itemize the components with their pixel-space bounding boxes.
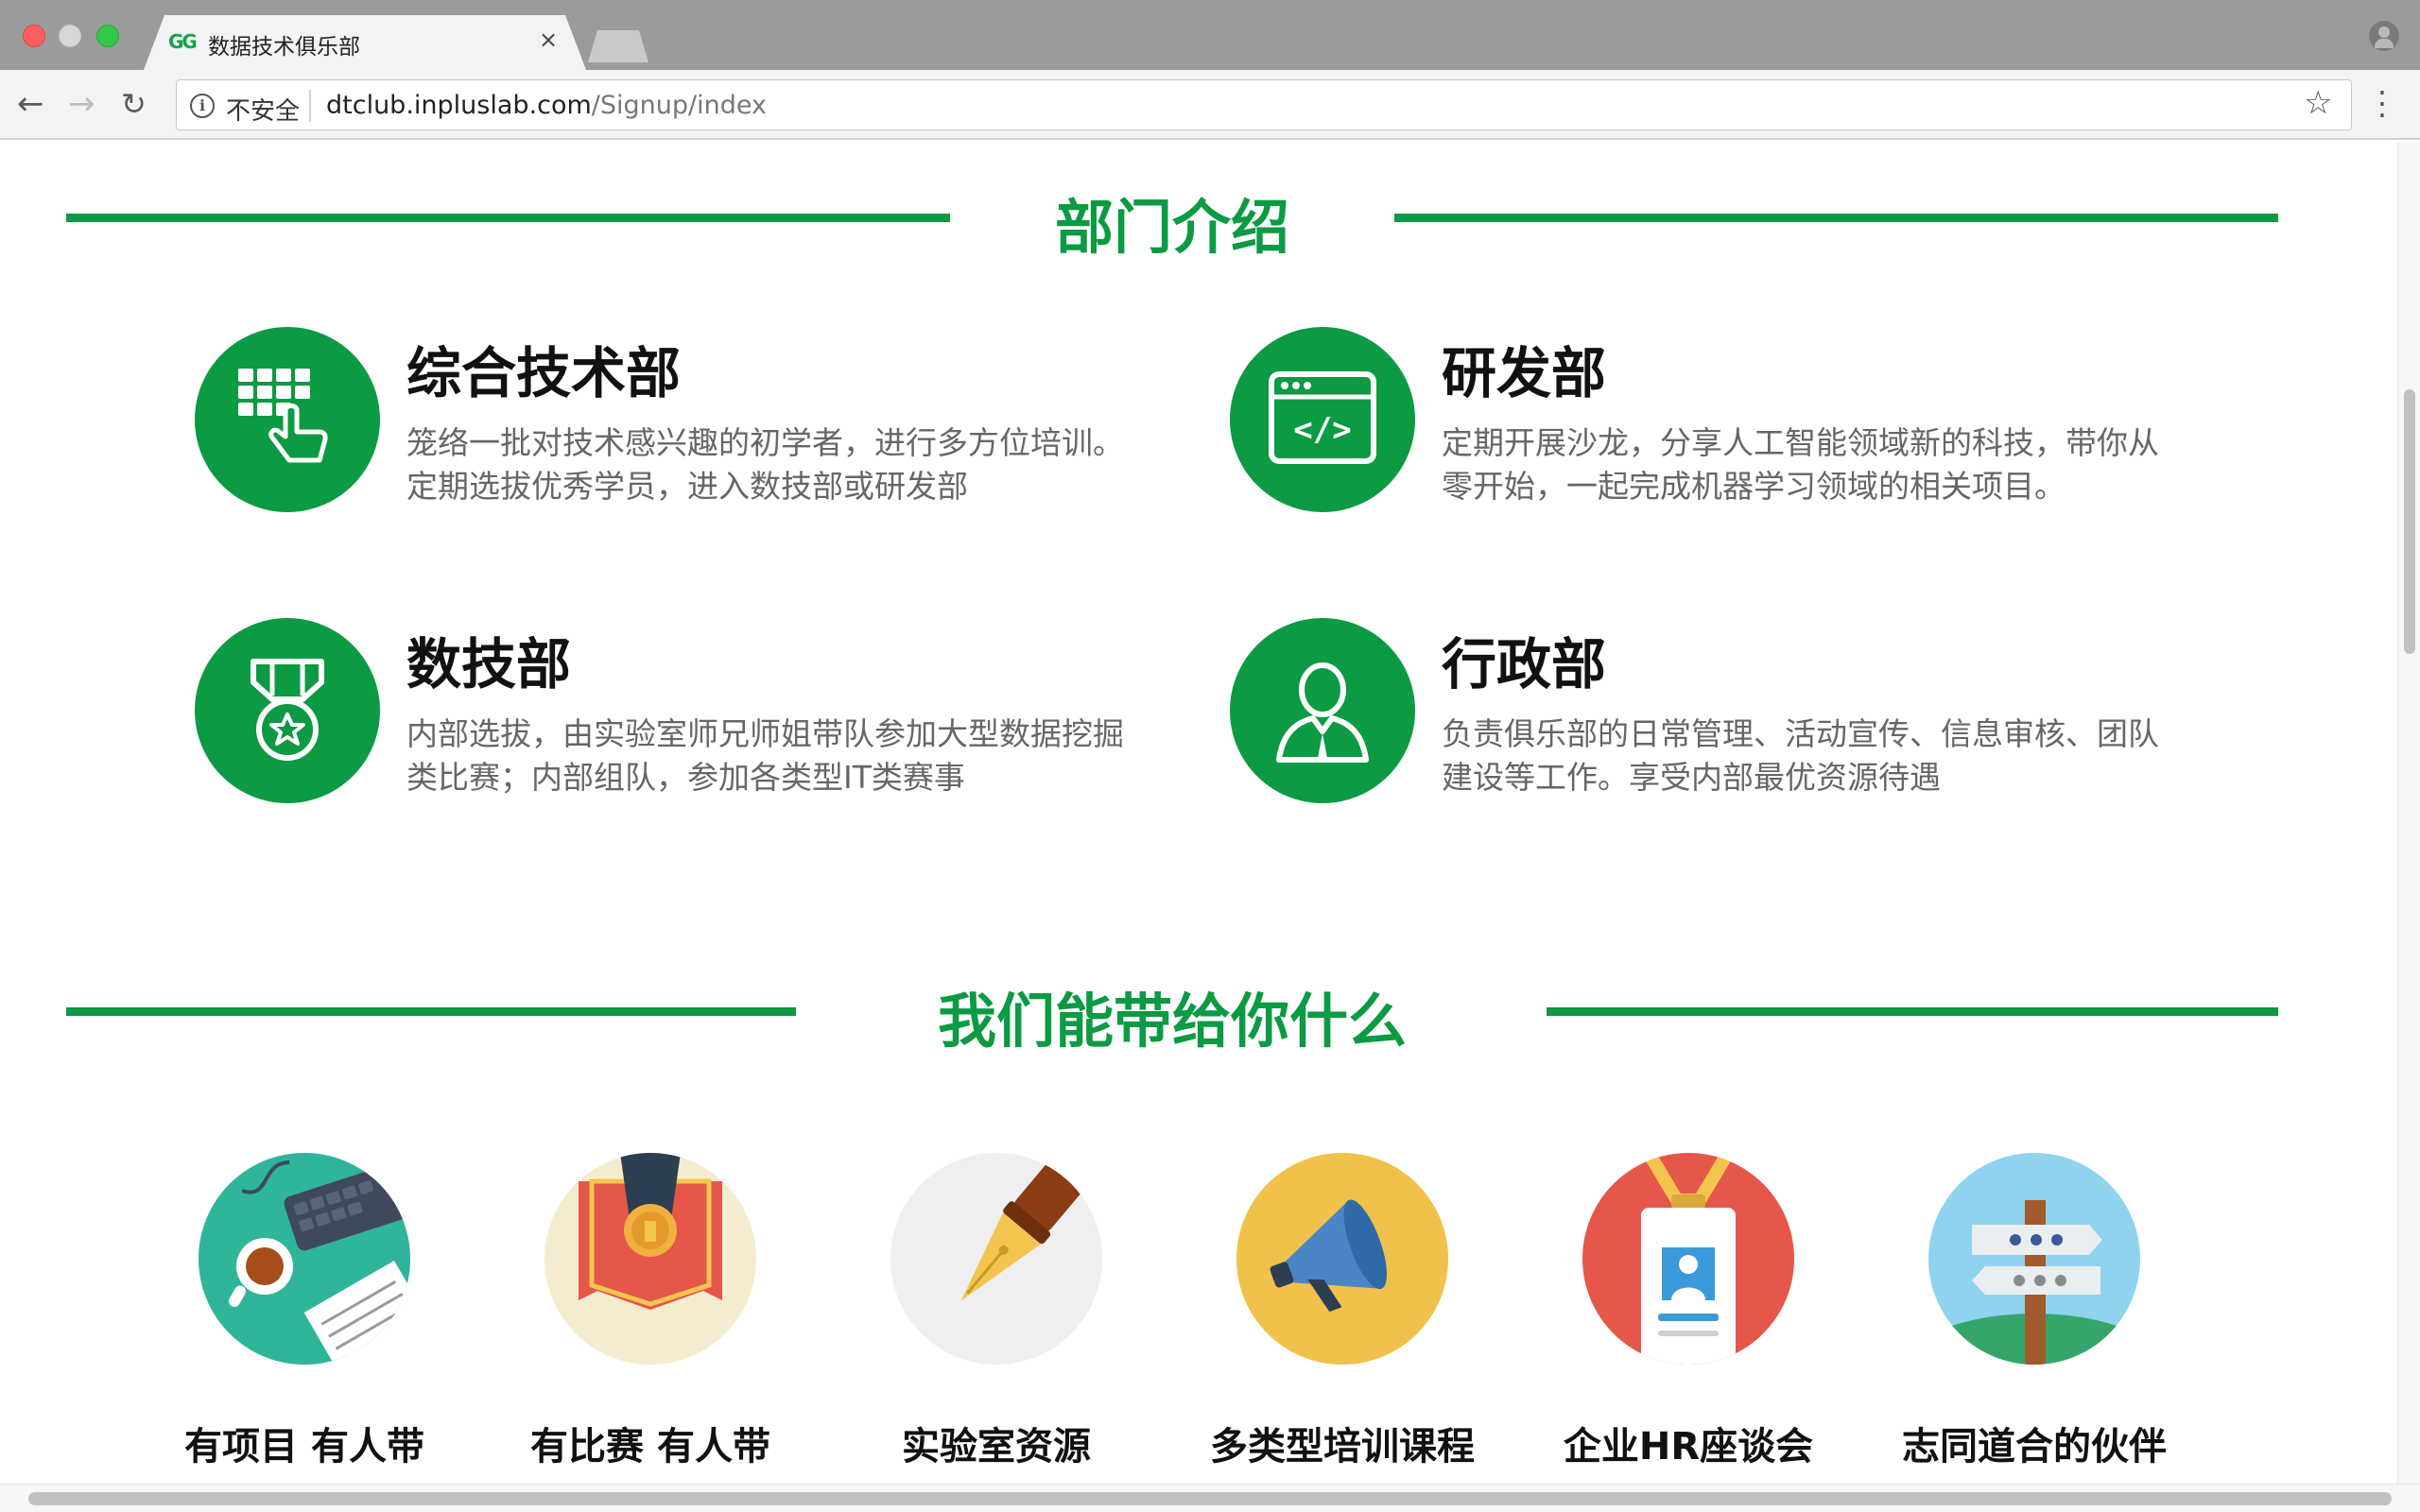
window-minimize-button[interactable] [59, 25, 81, 47]
menu-dots-icon[interactable]: · · · [2373, 77, 2392, 130]
new-tab-button[interactable] [588, 30, 648, 62]
tab-title: 数据技术俱乐部 [208, 35, 360, 60]
benefit-label: 实验室资源 [902, 1425, 1091, 1469]
tab-close-icon[interactable]: × [539, 26, 558, 53]
vertical-scrollbar[interactable] [2397, 142, 2420, 1484]
dept-desc: 定期开展沙龙，分享人工智能领域新的科技，带你从零开始，一起完成机器学习领域的相关… [1442, 424, 2159, 505]
benefit-label: 志同道合的伙伴 [1902, 1425, 2167, 1469]
section-title: 部门介绍 [1054, 193, 1289, 262]
horizontal-scroll-thumb[interactable] [28, 1492, 2392, 1505]
vertical-scroll-thumb[interactable] [2404, 389, 2415, 654]
keypad-hand-icon [195, 327, 380, 512]
person-icon [1230, 618, 1415, 803]
dept-card: 行政部 负责俱乐部的日常管理、活动宣传、信息审核、团队建设等工作。享受内部最优资… [1230, 618, 2222, 816]
medal-ribbon-icon [544, 1153, 756, 1365]
benefit-label: 企业HR座谈会 [1563, 1425, 1814, 1469]
url-host: dtclub.inpluslab.com [326, 91, 592, 120]
benefit-item: 有比赛 有人带 [507, 1153, 790, 1484]
section-header-departments: 部门介绍 [66, 180, 2278, 262]
info-icon[interactable]: i [190, 94, 215, 118]
benefit-item: 有项目 有人带 [161, 1153, 444, 1484]
header-rule-right [1547, 1007, 2278, 1016]
horizontal-scrollbar[interactable] [0, 1484, 2420, 1512]
section-header-benefits: 我们能带给你什么 [66, 973, 2278, 1056]
benefit-item: 多类型培训课程 [1199, 1153, 1482, 1484]
star-icon[interactable]: ☆ [2304, 84, 2332, 122]
svg-text:</>: </> [1293, 411, 1351, 449]
browser-tab[interactable]: GG 数据技术俱乐部 × [144, 15, 586, 70]
dept-desc: 负责俱乐部的日常管理、活动宣传、信息审核、团队建设等工作。享受内部最优资源待遇 [1442, 715, 2159, 796]
dept-name: 行政部 [1442, 632, 1607, 696]
browser-toolbar: ← → ↻ i 不安全 dtclub.inpluslab.com/Signup/… [0, 70, 2420, 140]
fountain-pen-icon [890, 1153, 1102, 1365]
benefit-label: 有比赛 有人带 [530, 1425, 770, 1469]
back-arrow-icon[interactable]: ← [17, 85, 44, 123]
code-window-icon: </> [1230, 327, 1415, 512]
dept-desc: 内部选拔，由实验室师兄师姐带队参加大型数据挖掘类比赛；内部组队，参加各类型IT类… [406, 715, 1124, 796]
section-title: 我们能带给你什么 [937, 987, 1407, 1056]
benefit-item: 志同道合的伙伴 [1891, 1153, 2174, 1484]
dept-card: </> 研发部 定期开展沙龙，分享人工智能领域新的科技，带你从零开始，一起完成机… [1230, 327, 2222, 525]
benefit-label: 有项目 有人带 [184, 1425, 424, 1469]
signpost-icon [1928, 1153, 2140, 1365]
browser-tab-bar: GG 数据技术俱乐部 × [0, 0, 2420, 70]
dept-name: 综合技术部 [406, 341, 682, 405]
url-text[interactable]: dtclub.inpluslab.com/Signup/index [326, 91, 767, 120]
header-rule-right [1394, 214, 2278, 222]
dept-desc: 笼络一批对技术感兴趣的初学者，进行多方位培训。定期选拔优秀学员，进入数技部或研发… [406, 424, 1124, 505]
desk-keyboard-coffee-icon [199, 1153, 410, 1365]
reload-icon[interactable]: ↻ [121, 85, 147, 123]
benefit-label: 多类型培训课程 [1210, 1425, 1475, 1469]
security-label[interactable]: 不安全 [226, 92, 300, 127]
forward-arrow-icon[interactable]: → [68, 85, 95, 123]
window-zoom-button[interactable] [96, 25, 119, 47]
dept-card: 数技部 内部选拔，由实验室师兄师姐带队参加大型数据挖掘类比赛；内部组队，参加各类… [195, 618, 1187, 816]
dept-name: 研发部 [1442, 341, 1607, 405]
benefit-item: 企业HR座谈会 [1545, 1153, 1828, 1484]
benefit-item: 实验室资源 [853, 1153, 1136, 1484]
id-badge-icon [1582, 1153, 1794, 1365]
address-bar[interactable]: i 不安全 dtclub.inpluslab.com/Signup/index … [176, 79, 2352, 130]
url-divider [309, 90, 311, 122]
url-path: /Signup/index [591, 91, 767, 120]
medal-icon [195, 618, 380, 803]
page-content: 部门介绍 综合技术部 笼络一批对技术感兴趣的初学者，进行多方位培训。定期选拔优秀… [0, 142, 2397, 1484]
profile-icon[interactable] [2369, 21, 2399, 51]
dept-card: 综合技术部 笼络一批对技术感兴趣的初学者，进行多方位培训。定期选拔优秀学员，进入… [195, 327, 1187, 525]
favicon-icon: GG [168, 30, 198, 53]
window-close-button[interactable] [23, 25, 45, 47]
megaphone-icon [1236, 1153, 1448, 1365]
dept-name: 数技部 [406, 632, 572, 696]
